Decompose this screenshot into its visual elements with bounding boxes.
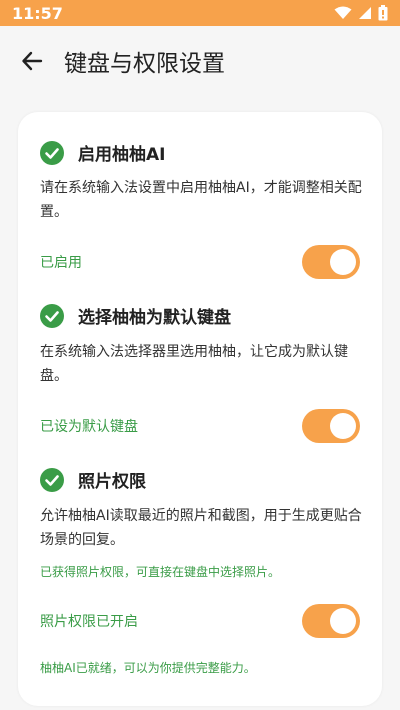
section-description: 请在系统输入法设置中启用柚柚AI，才能调整相关配置。	[40, 180, 362, 220]
wifi-icon	[334, 6, 352, 19]
status-row: 照片权限已开启	[40, 603, 360, 639]
signal-icon	[359, 7, 371, 19]
status-icons	[334, 5, 388, 21]
toggle-knob	[330, 413, 356, 439]
section-header: 启用柚柚AI	[40, 140, 165, 165]
photo-permission-toggle[interactable]	[302, 604, 360, 638]
status-label: 已启用	[40, 255, 82, 271]
permission-note: 已获得照片权限，可直接在键盘中选择照片。	[40, 565, 281, 579]
section-title: 选择柚柚为默认键盘	[78, 308, 231, 328]
check-circle-icon	[40, 303, 64, 328]
status-row: 已设为默认键盘	[40, 408, 360, 444]
ready-note: 柚柚AI已就绪，可以为你提供完整能力。	[40, 661, 256, 675]
section-description: 允许柚柚AI读取最近的照片和截图，用于生成更贴合场景的回复。	[40, 508, 362, 548]
status-row: 已启用	[40, 244, 360, 280]
check-circle-icon	[40, 140, 64, 165]
default-keyboard-toggle[interactable]	[302, 409, 360, 443]
status-label: 已设为默认键盘	[40, 419, 138, 435]
app-bar: 键盘与权限设置	[0, 26, 400, 96]
section-header: 照片权限	[40, 467, 146, 492]
settings-card: 启用柚柚AI 请在系统输入法设置中启用柚柚AI，才能调整相关配置。 已启用 选择…	[18, 112, 382, 706]
section-header: 选择柚柚为默认键盘	[40, 303, 231, 328]
status-time: 11:57	[12, 3, 63, 23]
status-label: 照片权限已开启	[40, 614, 138, 630]
toggle-knob	[330, 249, 356, 275]
section-description: 在系统输入法选择器里选用柚柚，让它成为默认键盘。	[40, 344, 348, 384]
section-title: 启用柚柚AI	[78, 145, 166, 165]
check-circle-icon	[40, 467, 64, 492]
page-title: 键盘与权限设置	[64, 51, 225, 77]
section-title: 照片权限	[78, 472, 146, 492]
enable-ai-toggle[interactable]	[302, 245, 360, 279]
status-bar: 11:57	[0, 0, 400, 26]
toggle-knob	[330, 608, 356, 634]
battery-icon	[378, 5, 388, 21]
back-arrow-icon	[22, 51, 43, 71]
back-button[interactable]	[12, 41, 52, 81]
